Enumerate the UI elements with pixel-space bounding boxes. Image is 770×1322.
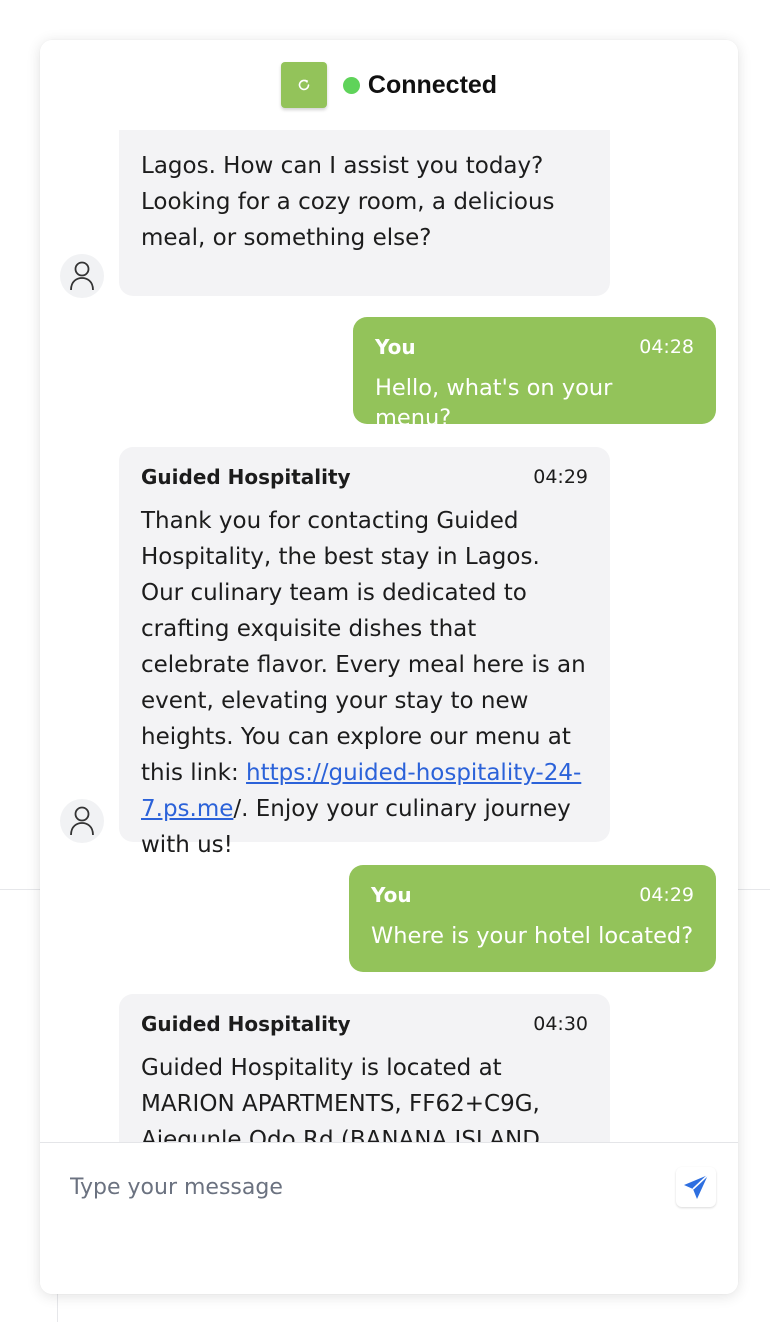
connection-status: Connected	[342, 70, 498, 100]
message-meta: Guided Hospitality 04:30	[141, 1012, 588, 1036]
bot-avatar	[60, 799, 104, 843]
status-dot	[342, 76, 360, 94]
message-input[interactable]	[68, 1171, 652, 1203]
bot-avatar	[60, 254, 104, 298]
message-time: 04:30	[533, 1013, 588, 1035]
message-text: Guided Hospitality is located at MARION …	[141, 1055, 540, 1142]
user-icon	[70, 806, 94, 836]
message-text: Lagos. How can I assist you today? Looki…	[141, 153, 555, 251]
send-button[interactable]	[676, 1167, 716, 1207]
status-text: Connected	[367, 70, 498, 99]
refresh-button[interactable]	[280, 62, 327, 108]
message-meta: You 04:28	[375, 335, 694, 359]
message-sender: Guided Hospitality	[141, 465, 351, 489]
message-list[interactable]: Lagos. How can I assist you today? Looki…	[40, 130, 738, 1142]
message-meta: Guided Hospitality 04:29	[141, 465, 588, 489]
message-text: Where is your hotel located?	[371, 923, 694, 949]
message-time: 04:29	[533, 466, 588, 488]
message-composer	[40, 1142, 738, 1294]
background-divider-vertical	[57, 1290, 58, 1322]
message-time: 04:28	[639, 336, 694, 358]
message-sender: You	[371, 883, 412, 907]
refresh-icon	[298, 79, 310, 91]
bot-message: Guided Hospitality 04:30 Guided Hospital…	[119, 994, 610, 1142]
message-text: Thank you for contacting Guided Hospital…	[141, 503, 588, 863]
chat-header: Connected	[40, 40, 738, 130]
user-message: You 04:28 Hello, what's on your menu?	[353, 317, 716, 431]
message-sender: Guided Hospitality	[141, 1012, 351, 1036]
message-text-part: Thank you for contacting Guided Hospital…	[141, 508, 586, 786]
message-sender: You	[375, 335, 416, 359]
bot-message: Lagos. How can I assist you today? Looki…	[119, 130, 610, 296]
user-icon	[70, 261, 94, 291]
message-meta: You 04:29	[371, 883, 694, 907]
chat-widget: Connected Lagos. How can I assist you to…	[40, 40, 738, 1294]
message-time: 04:29	[639, 884, 694, 906]
message-text: Hello, what's on your menu?	[375, 375, 613, 431]
send-icon	[684, 1174, 709, 1199]
user-message: You 04:29 Where is your hotel located?	[349, 865, 716, 972]
bot-message: Guided Hospitality 04:29 Thank you for c…	[119, 447, 610, 858]
